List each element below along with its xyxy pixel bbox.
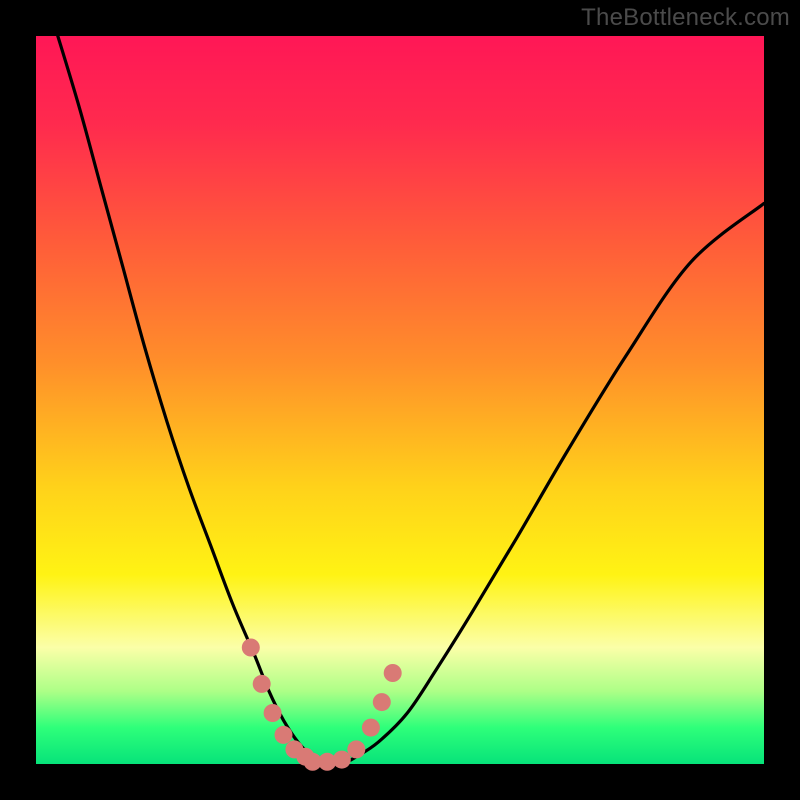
data-dot <box>333 751 351 769</box>
data-dot <box>384 664 402 682</box>
chart-frame: TheBottleneck.com <box>0 0 800 800</box>
data-dot <box>275 726 293 744</box>
data-dot <box>253 675 271 693</box>
data-dot <box>362 719 380 737</box>
data-dot <box>373 693 391 711</box>
data-dot <box>264 704 282 722</box>
watermark-label: TheBottleneck.com <box>581 4 790 32</box>
bottleneck-chart <box>0 0 800 800</box>
plot-background <box>36 36 764 764</box>
data-dot <box>347 740 365 758</box>
data-dot <box>242 639 260 657</box>
